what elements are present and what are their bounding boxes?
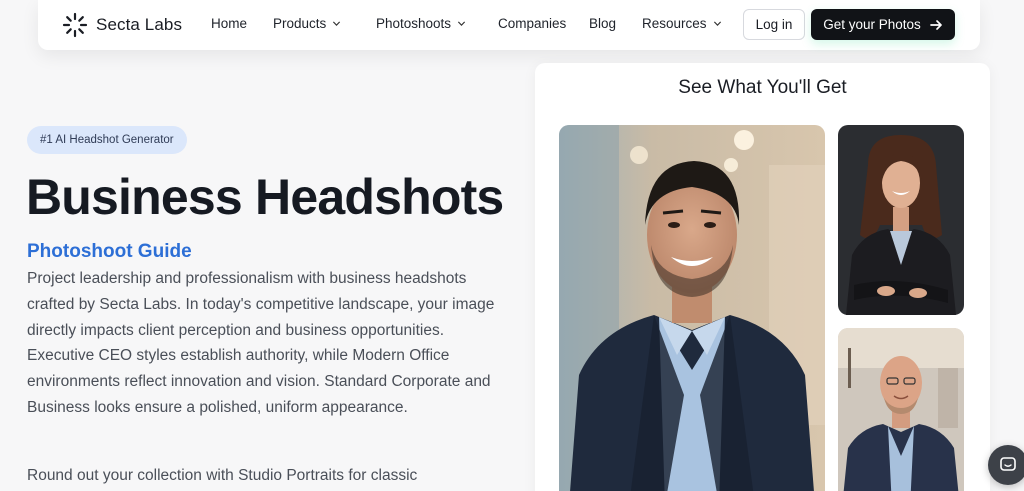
top-navbar: Secta Labs Home Products Photoshoots Com…: [38, 0, 980, 50]
nav-link-label: Photoshoots: [376, 16, 452, 31]
nav-link-label: Products: [273, 16, 327, 31]
nav-link-photoshoots[interactable]: Photoshoots: [376, 16, 466, 31]
get-photos-button[interactable]: Get your Photos: [811, 9, 955, 40]
hero-paragraph-continued: Round out your collection with Studio Po…: [27, 467, 418, 484]
chat-launcher-button[interactable]: [988, 445, 1024, 485]
headshot-photo-woman: [838, 125, 964, 315]
arrow-right-icon: [929, 19, 942, 30]
nav-link-blog[interactable]: Blog: [589, 16, 616, 31]
chevron-down-icon: [713, 21, 721, 26]
logo-text: Secta Labs: [96, 15, 183, 34]
logo-mark-icon: [62, 12, 88, 38]
hero-paragraph: Project leadership and professionalism w…: [27, 270, 495, 416]
chat-icon: [1000, 457, 1016, 471]
nav-link-products[interactable]: Products: [273, 16, 341, 31]
page-title: Business Headshots: [26, 169, 504, 225]
nav-link-label: Companies: [498, 16, 567, 31]
logo[interactable]: Secta Labs: [62, 12, 182, 38]
showcase-title: See What You'll Get: [678, 77, 847, 98]
nav-link-companies[interactable]: Companies: [498, 16, 566, 31]
nav-link-label: Resources: [642, 16, 707, 31]
login-button-label: Log in: [755, 17, 793, 32]
nav-link-label: Home: [211, 16, 248, 31]
get-photos-button-label: Get your Photos: [823, 17, 921, 32]
nav-link-resources[interactable]: Resources: [642, 16, 722, 31]
chevron-down-icon: [457, 21, 466, 26]
photoshoot-guide-label: Photoshoot Guide: [27, 241, 192, 262]
chevron-down-icon: [333, 21, 341, 26]
login-button[interactable]: Log in: [743, 9, 805, 40]
hero-badge-label: #1 AI Headshot Generator: [40, 134, 174, 146]
nav-link-home[interactable]: Home: [211, 16, 247, 31]
nav-link-label: Blog: [589, 16, 617, 31]
hero-badge: #1 AI Headshot Generator: [27, 126, 187, 154]
showcase-panel: See What You'll Get: [535, 63, 990, 491]
headshot-photo-man-office: [838, 328, 964, 491]
headshot-photo-man: [559, 125, 825, 491]
